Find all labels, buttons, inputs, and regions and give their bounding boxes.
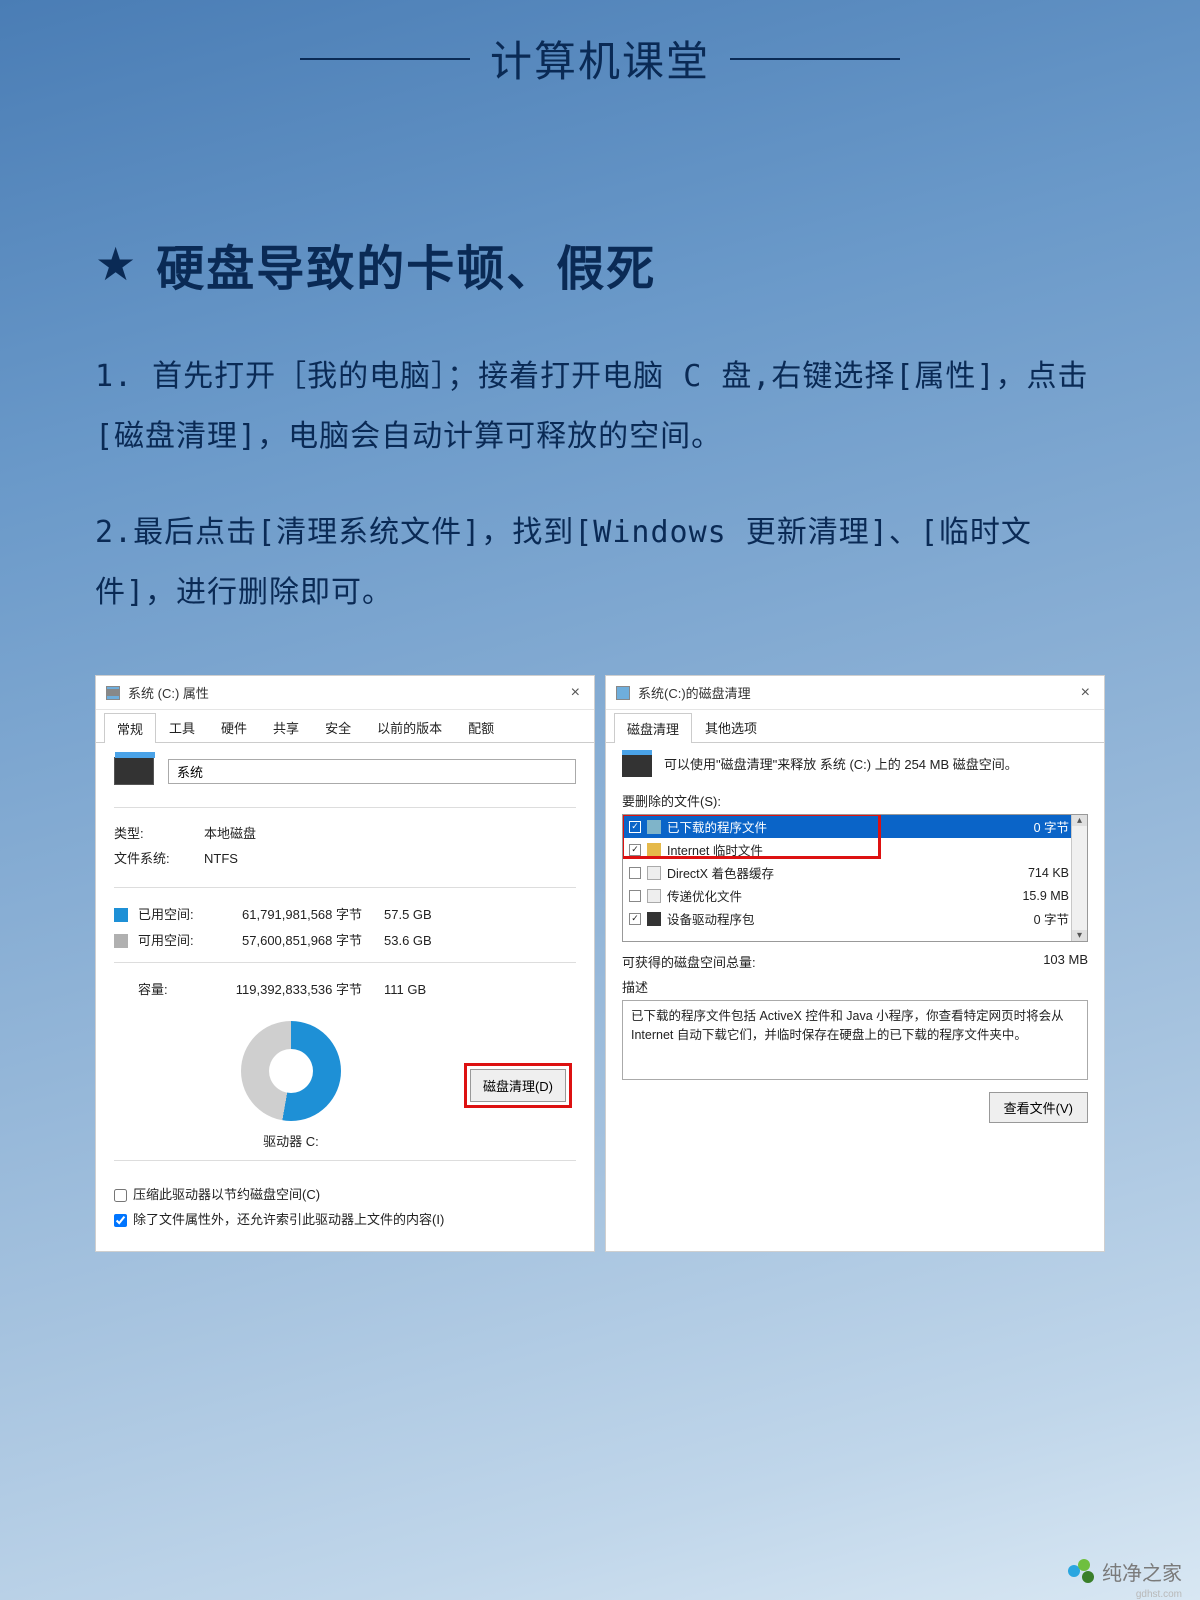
checkbox-icon[interactable]: ✓ <box>629 821 641 833</box>
scrollbar[interactable] <box>1071 815 1087 941</box>
type-value: 本地磁盘 <box>204 822 256 847</box>
file-icon <box>647 889 661 903</box>
tab-tools[interactable]: 工具 <box>156 712 208 742</box>
disk-cleanup-button[interactable]: 磁盘清理(D) <box>470 1069 566 1102</box>
close-icon[interactable]: × <box>567 684 584 702</box>
compress-label: 压缩此驱动器以节约磁盘空间(C) <box>133 1183 320 1208</box>
type-label: 类型: <box>114 822 204 847</box>
cap-label: 容量: <box>138 977 214 1003</box>
properties-tabs: 常规 工具 硬件 共享 安全 以前的版本 配额 <box>96 712 594 743</box>
page-header: 计算机课堂 <box>0 0 1200 89</box>
item-name: 已下载的程序文件 <box>667 817 999 836</box>
cleanup-info-text: 可以使用"磁盘清理"来释放 系统 (C:) 上的 254 MB 磁盘空间。 <box>664 755 1018 775</box>
list-item[interactable]: 传递优化文件 15.9 MB <box>623 884 1087 907</box>
tab-cleanup[interactable]: 磁盘清理 <box>614 713 692 743</box>
list-item[interactable]: ✓ 设备驱动程序包 0 字节 <box>623 907 1087 930</box>
item-name: 传递优化文件 <box>667 886 999 905</box>
description-label: 描述 <box>622 977 1088 996</box>
files-to-delete-label: 要删除的文件(S): <box>622 791 1088 810</box>
free-swatch <box>114 934 128 948</box>
used-bytes: 61,791,981,568 字节 <box>214 902 384 928</box>
tab-prev[interactable]: 以前的版本 <box>364 712 455 742</box>
watermark: 纯净之家 <box>1068 1557 1182 1586</box>
list-item[interactable]: ✓ Internet 临时文件 <box>623 838 1087 861</box>
checkbox-icon[interactable] <box>629 890 641 902</box>
drive-info: 类型:本地磁盘 文件系统:NTFS <box>114 822 576 871</box>
drive-icon-large <box>114 757 154 785</box>
cap-bytes: 119,392,833,536 字节 <box>214 977 384 1003</box>
file-icon <box>647 866 661 880</box>
lock-icon <box>647 843 661 857</box>
usage-donut <box>241 1021 341 1121</box>
item-size: 0 字节 <box>1005 817 1069 836</box>
header-line-left <box>300 58 470 60</box>
fs-value: NTFS <box>204 847 238 872</box>
used-gb: 57.5 GB <box>384 902 444 928</box>
total-label: 可获得的磁盘空间总量: <box>622 952 1043 971</box>
watermark-brand: 纯净之家 <box>1102 1557 1182 1586</box>
watermark-url: gdhst.com <box>1136 1589 1182 1600</box>
tab-other-options[interactable]: 其他选项 <box>692 712 770 742</box>
cleanup-body: 可以使用"磁盘清理"来释放 系统 (C:) 上的 254 MB 磁盘空间。 要删… <box>606 743 1104 1139</box>
cleanup-icon <box>616 686 630 700</box>
step-1: 1. 首先打开［我的电脑］；接着打开电脑 C 盘,右键选择[属性]，点击[磁盘清… <box>95 347 1105 467</box>
drive-name-input[interactable] <box>168 759 576 784</box>
tab-hardware[interactable]: 硬件 <box>208 712 260 742</box>
watermark-logo-icon <box>1068 1559 1094 1585</box>
index-checkbox[interactable]: 除了文件属性外，还允许索引此驱动器上文件的内容(I) <box>114 1208 576 1233</box>
drive-c-label: 驱动器 C: <box>263 1131 319 1150</box>
description-box: 已下载的程序文件包括 ActiveX 控件和 Java 小程序，你查看特定网页时… <box>622 1000 1088 1080</box>
properties-title: 系统 (C:) 属性 <box>128 683 567 702</box>
page-title: 计算机课堂 <box>490 28 710 89</box>
item-size: 15.9 MB <box>1005 889 1069 903</box>
files-list[interactable]: ✓ 已下载的程序文件 0 字节 ✓ Internet 临时文件 DirectX 着色器缓存… <box>622 814 1088 942</box>
cleanup-title: 系统(C:)的磁盘清理 <box>638 683 1077 702</box>
properties-body: 类型:本地磁盘 文件系统:NTFS 已用空间:61,791,981,568 字节… <box>96 743 594 1251</box>
drive-icon <box>106 686 120 700</box>
total-value: 103 MB <box>1043 952 1088 971</box>
tab-quota[interactable]: 配额 <box>455 712 507 742</box>
cleanup-tabs: 磁盘清理 其他选项 <box>606 712 1104 743</box>
cap-gb: 111 GB <box>384 977 444 1003</box>
item-name: 设备驱动程序包 <box>667 909 999 928</box>
item-size: 714 KB <box>1005 866 1069 880</box>
step-2: 2.最后点击[清理系统文件]，找到[Windows 更新清理]、[临时文件]，进… <box>95 503 1105 623</box>
list-item[interactable]: ✓ 已下载的程序文件 0 字节 <box>623 815 1087 838</box>
list-item[interactable]: DirectX 着色器缓存 714 KB <box>623 861 1087 884</box>
used-swatch <box>114 908 128 922</box>
close-icon[interactable]: × <box>1077 684 1094 702</box>
usage-grid: 已用空间:61,791,981,568 字节57.5 GB 可用空间:57,60… <box>114 902 576 954</box>
checkbox-icon[interactable]: ✓ <box>629 844 641 856</box>
screenshots-row: 系统 (C:) 属性 × 常规 工具 硬件 共享 安全 以前的版本 配额 类型: <box>95 675 1105 1252</box>
compress-checkbox[interactable]: 压缩此驱动器以节约磁盘空间(C) <box>114 1183 576 1208</box>
dev-icon <box>647 912 661 926</box>
disk-cleanup-highlight: 磁盘清理(D) <box>464 1063 572 1108</box>
tab-share[interactable]: 共享 <box>260 712 312 742</box>
star-icon: ★ <box>95 237 136 291</box>
app-icon <box>647 820 661 834</box>
index-label: 除了文件属性外，还允许索引此驱动器上文件的内容(I) <box>133 1208 444 1233</box>
used-label: 已用空间: <box>138 902 214 928</box>
checkbox-icon[interactable]: ✓ <box>629 913 641 925</box>
tab-security[interactable]: 安全 <box>312 712 364 742</box>
item-name: Internet 临时文件 <box>667 840 999 859</box>
article-body: ★ 硬盘导致的卡顿、假死 1. 首先打开［我的电脑］；接着打开电脑 C 盘,右键… <box>0 89 1200 1252</box>
cleanup-drive-icon <box>622 755 652 777</box>
article-heading: ★ 硬盘导致的卡顿、假死 <box>95 229 1105 299</box>
tab-general[interactable]: 常规 <box>104 713 156 743</box>
cleanup-window: 系统(C:)的磁盘清理 × 磁盘清理 其他选项 可以使用"磁盘清理"来释放 系统… <box>605 675 1105 1252</box>
view-files-button[interactable]: 查看文件(V) <box>989 1092 1088 1123</box>
cleanup-titlebar: 系统(C:)的磁盘清理 × <box>606 676 1104 710</box>
header-line-right <box>730 58 900 60</box>
properties-window: 系统 (C:) 属性 × 常规 工具 硬件 共享 安全 以前的版本 配额 类型: <box>95 675 595 1252</box>
free-label: 可用空间: <box>138 928 214 954</box>
free-bytes: 57,600,851,968 字节 <box>214 928 384 954</box>
article-heading-text: 硬盘导致的卡顿、假死 <box>156 229 656 299</box>
fs-label: 文件系统: <box>114 847 204 872</box>
item-name: DirectX 着色器缓存 <box>667 863 999 882</box>
free-gb: 53.6 GB <box>384 928 444 954</box>
checkbox-icon[interactable] <box>629 867 641 879</box>
item-size: 0 字节 <box>1005 909 1069 928</box>
properties-titlebar: 系统 (C:) 属性 × <box>96 676 594 710</box>
